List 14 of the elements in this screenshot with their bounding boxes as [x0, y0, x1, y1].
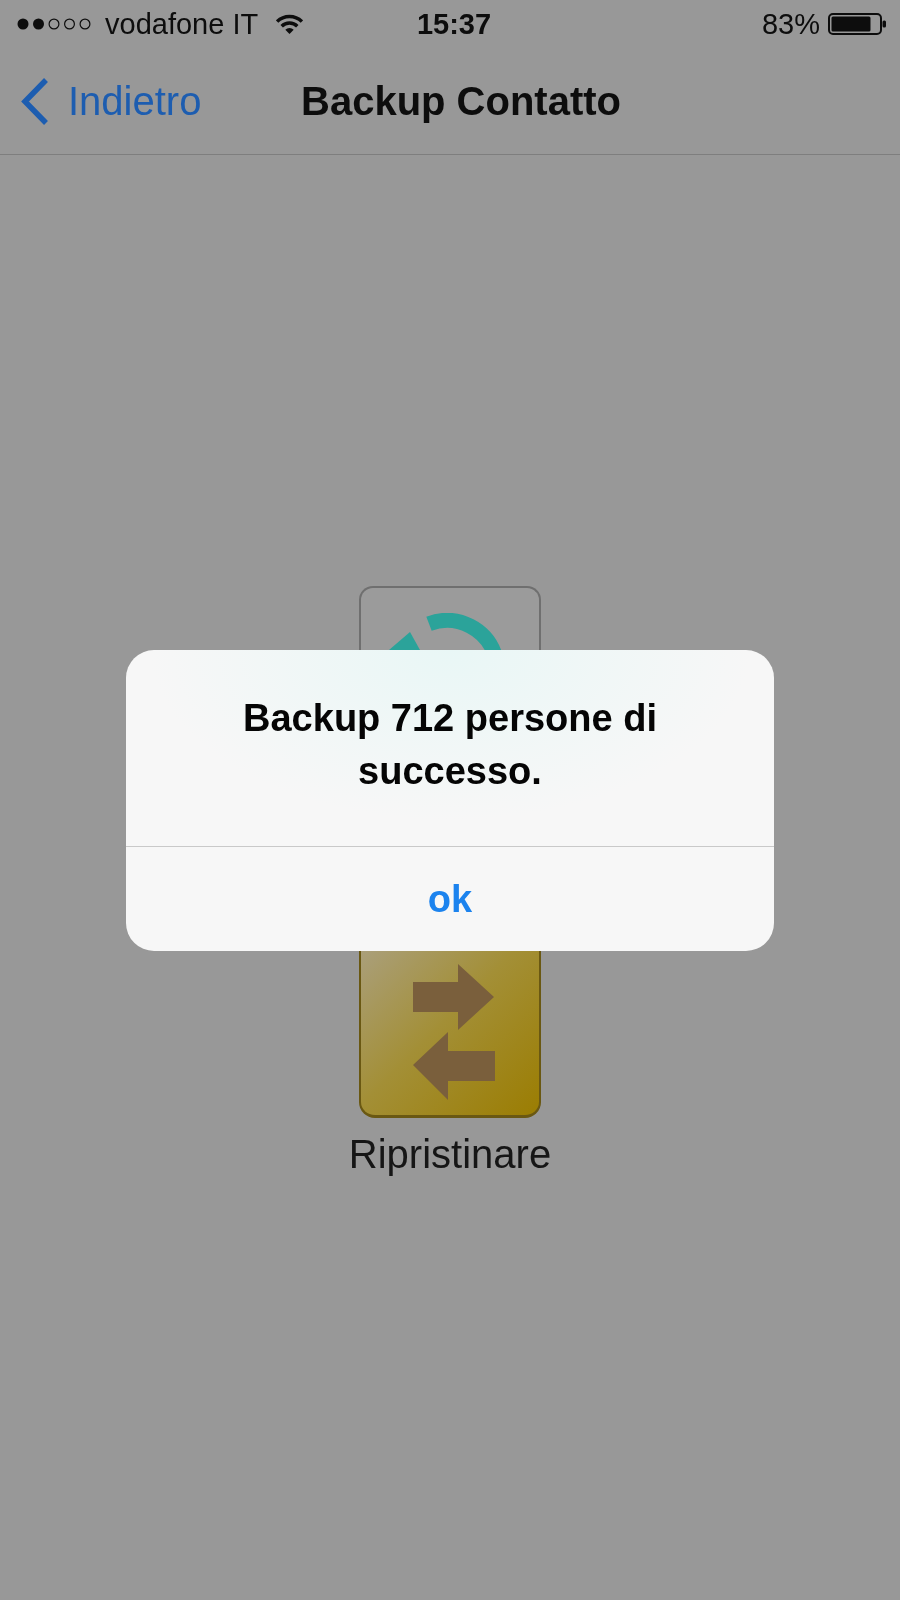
swap-arrows-icon [413, 964, 495, 1100]
action-tile[interactable] [359, 586, 541, 650]
carrier-name: vodafone IT [105, 7, 259, 41]
chevron-left-icon [20, 76, 50, 126]
battery-percentage: 83% [761, 7, 820, 41]
alert-message: Backup 712 persone di successo. [242, 696, 658, 794]
battery-icon [828, 13, 887, 35]
wifi-icon [276, 14, 304, 34]
tile-label: Ripristinare [348, 1131, 552, 1178]
status-time: 15:37 [415, 7, 492, 41]
ok-button[interactable]: ok [126, 847, 774, 951]
nav-title: Backup Contatto [301, 78, 621, 124]
action-tile[interactable] [359, 951, 541, 1118]
back-button[interactable]: Indietro [20, 76, 202, 126]
